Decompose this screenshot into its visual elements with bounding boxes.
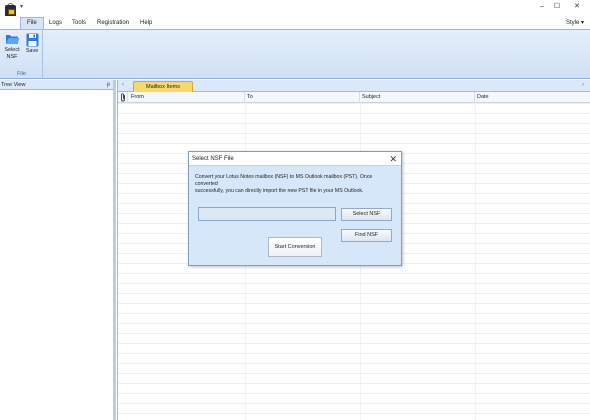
scroll-right-icon[interactable]: › [582, 82, 584, 88]
dialog-description-line1: Convert your Lotus Notes mailbox (NSF) t… [195, 174, 373, 187]
column-subject[interactable]: Subject [360, 92, 475, 103]
dialog-title-bar: Select NSF File ✕ [189, 152, 401, 166]
column-from[interactable]: From [129, 92, 245, 103]
tab-file[interactable]: File [20, 17, 44, 29]
column-header-row: From To Subject Date [118, 92, 590, 103]
tree-view-title: Tree View [1, 82, 26, 88]
tab-mailbox-items[interactable]: Mailbox Items [133, 81, 193, 92]
menu-bar: File Logs Tools Registration Help Style … [0, 16, 590, 29]
pin-icon[interactable]: ᵽ [107, 80, 110, 90]
dialog-description-line2: successfully, you can directly import th… [195, 188, 364, 194]
floppy-disk-icon [26, 33, 39, 47]
dialog-title: Select NSF File [192, 156, 234, 162]
select-nsf-ribbon-button[interactable]: Select NSF [3, 33, 21, 61]
start-conversion-button[interactable]: Start Conversion [268, 237, 322, 257]
save-ribbon-button[interactable]: Save [23, 33, 41, 55]
dialog-description: Convert your Lotus Notes mailbox (NSF) t… [195, 174, 395, 195]
column-divider [475, 103, 476, 420]
select-nsf-dialog: Select NSF File ✕ Convert your Lotus Not… [188, 151, 402, 266]
tab-logs[interactable]: Logs [49, 18, 62, 29]
select-nsf-label-line2: NSF [6, 54, 18, 60]
select-nsf-button[interactable]: Select NSF [341, 208, 392, 221]
ribbon-group-file: Select NSF Save File [0, 30, 43, 79]
tab-help[interactable]: Help [140, 18, 152, 29]
scroll-left-icon[interactable]: ‹ [122, 82, 124, 88]
close-button[interactable]: ✕ [571, 2, 583, 12]
tree-view-header: Tree View ᵽ [0, 80, 113, 90]
ribbon: Select NSF Save File [0, 29, 590, 79]
paperclip-icon[interactable] [118, 92, 128, 103]
find-nsf-button[interactable]: Find NSF [341, 229, 392, 242]
nsf-path-input[interactable] [198, 207, 336, 221]
folder-icon [5, 33, 20, 46]
tab-registration[interactable]: Registration [97, 18, 129, 29]
quick-access-caret-icon[interactable]: ▾ [20, 3, 23, 10]
mailbox-tab-strip: ‹ Mailbox Items › [118, 80, 590, 92]
tab-tools[interactable]: Tools [72, 18, 86, 29]
maximize-button[interactable]: ☐ [551, 2, 563, 12]
ribbon-group-caption: File [17, 71, 26, 77]
column-to[interactable]: To [245, 92, 360, 103]
column-date[interactable]: Date [475, 92, 590, 103]
select-nsf-label-line1: Select [4, 47, 20, 53]
title-bar: ▾ – ☐ ✕ [0, 0, 590, 17]
save-label: Save [25, 48, 39, 54]
dialog-close-icon[interactable]: ✕ [389, 152, 397, 166]
minimize-button[interactable]: – [536, 2, 548, 12]
style-menu[interactable]: Style ▾ [566, 19, 584, 26]
tree-view-pane[interactable]: Tree View ᵽ [0, 80, 116, 420]
